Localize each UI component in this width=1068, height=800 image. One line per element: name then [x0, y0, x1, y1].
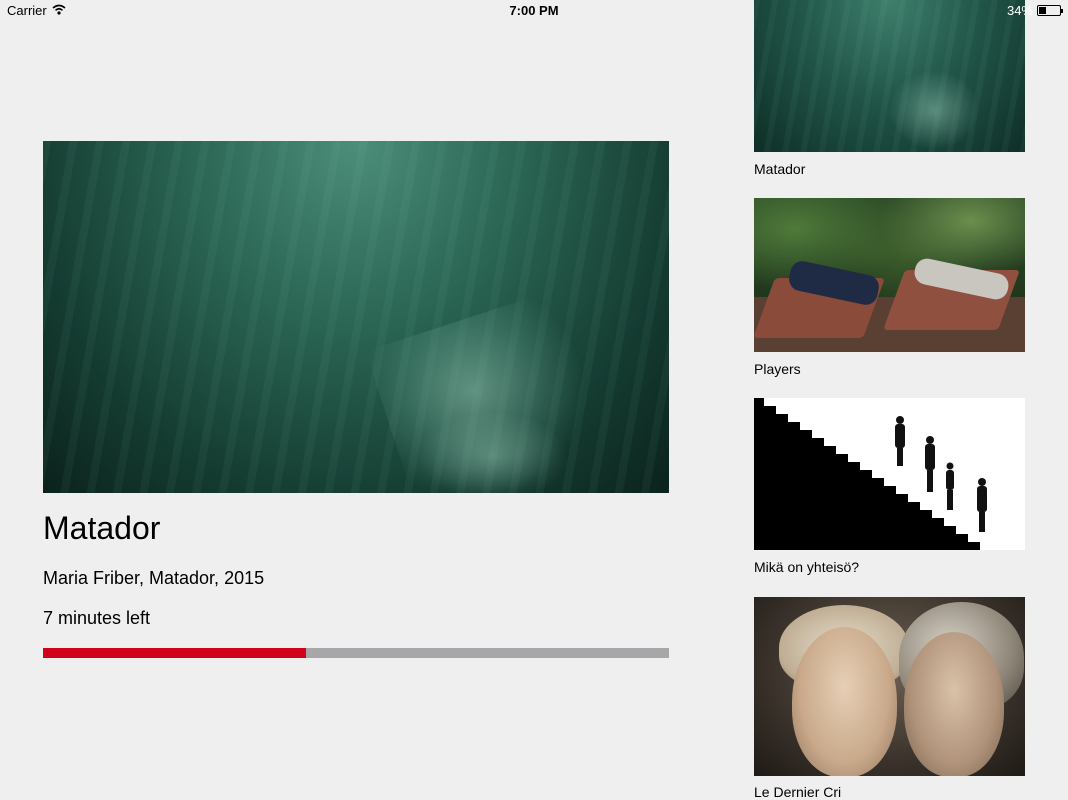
thumbnail-matador[interactable] — [754, 0, 1025, 152]
thumbnail-figure-face — [904, 632, 1004, 776]
app-root: Carrier 7:00 PM 34% Matador Maria Friber… — [0, 0, 1068, 800]
list-item-label[interactable]: Le Dernier Cri — [754, 784, 841, 800]
video-frame-figure-lower — [418, 411, 568, 493]
list-item[interactable]: Players — [754, 198, 1025, 380]
list-item[interactable]: Matador — [754, 0, 1025, 180]
list-item-label[interactable]: Matador — [754, 161, 805, 177]
video-title: Matador — [43, 510, 161, 546]
status-time: 7:00 PM — [509, 3, 559, 18]
thumbnail-mika[interactable] — [754, 398, 1025, 550]
thumbnail-figure — [889, 70, 979, 150]
list-item[interactable]: Mikä on yhteisö? — [754, 398, 1025, 580]
thumbnail-figure-face — [792, 627, 897, 776]
status-bar: Carrier 7:00 PM 34% — [0, 0, 1068, 22]
list-item-label[interactable]: Players — [754, 361, 801, 377]
progress-fill — [43, 648, 306, 658]
battery-percent: 34% — [1006, 3, 1033, 18]
list-item[interactable]: Le Dernier Cri — [754, 597, 1025, 800]
list-item-label[interactable]: Mikä on yhteisö? — [754, 559, 859, 575]
battery-fill — [1039, 7, 1046, 14]
video-credit: Maria Friber, Matador, 2015 — [43, 568, 265, 588]
time-remaining: 7 minutes left — [43, 608, 151, 628]
thumbnail-players[interactable] — [754, 198, 1025, 352]
battery-icon — [1037, 5, 1063, 16]
video-player[interactable] — [43, 141, 669, 493]
thumbnail-le-dernier-cri[interactable] — [754, 597, 1025, 776]
status-right: 34% — [1006, 3, 1063, 18]
progress-bar[interactable] — [43, 648, 669, 658]
thumbnail-stairs-art — [754, 398, 987, 550]
